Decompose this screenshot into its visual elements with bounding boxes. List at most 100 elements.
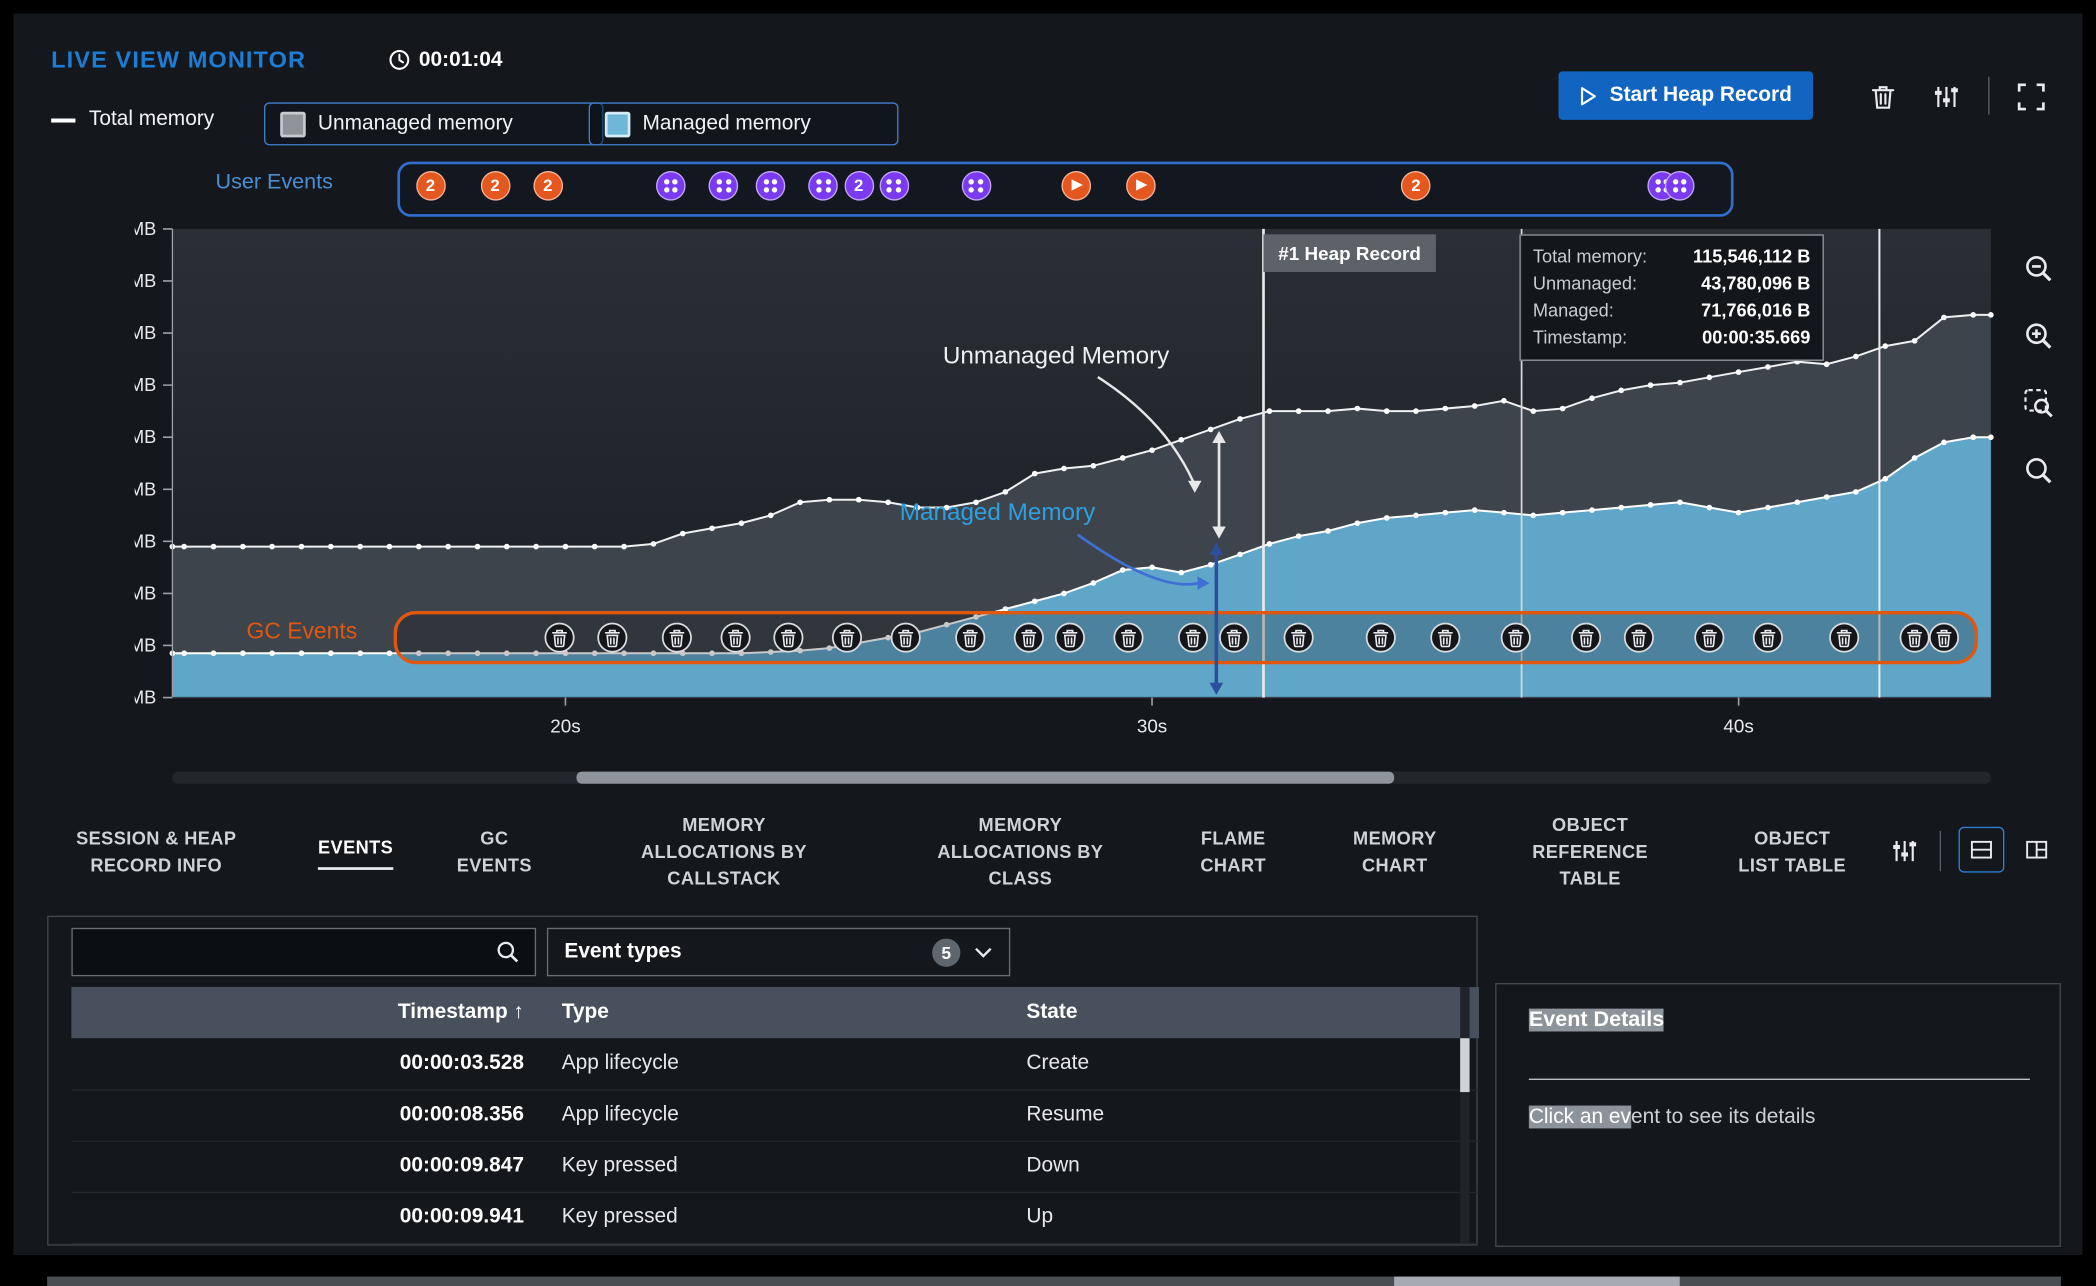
event-types-dropdown[interactable]: Event types 5	[547, 928, 1010, 976]
gc-event-trash-icon	[721, 623, 749, 651]
search-box	[71, 928, 536, 976]
start-heap-record-label: Start Heap Record	[1610, 83, 1792, 107]
gc-event-trash-icon	[1695, 623, 1723, 651]
event-types-label: Event types	[564, 940, 918, 964]
header-separator	[1988, 77, 1989, 115]
tab-events[interactable]: EVENTS	[275, 805, 437, 899]
column-header-state[interactable]: State	[1008, 1001, 1479, 1025]
table-row[interactable]: 00:00:09.847 Key pressed Down	[71, 1141, 1479, 1194]
start-heap-record-button[interactable]: Start Heap Record	[1558, 71, 1813, 119]
sliders-icon	[1932, 82, 1962, 112]
live-view-monitor-panel: LIVE VIEW MONITOR 00:01:04 Start Heap Re…	[13, 13, 2082, 1255]
managed-swatch	[605, 111, 631, 137]
tab-label: EVENTS	[318, 835, 393, 870]
table-row[interactable]: 00:00:09.941 Key pressed Up	[71, 1192, 1479, 1245]
svg-text:100 MB: 100 MB	[135, 427, 157, 447]
tab-object-list-table[interactable]: OBJECT LIST TABLE	[1708, 805, 1876, 899]
search-input[interactable]	[73, 941, 495, 964]
tab-label: FLAME CHART	[1200, 825, 1266, 879]
table-row[interactable]: 00:00:08.356 App lifecycle Resume	[71, 1089, 1479, 1142]
gc-event-trash-icon	[1179, 623, 1207, 651]
gc-event-trash-icon	[1754, 623, 1782, 651]
table-scrollbar-thumb[interactable]	[1460, 1038, 1469, 1092]
table-header-row: Timestamp ↑ Type State	[71, 987, 1479, 1038]
zoom-in-icon	[2022, 319, 2057, 354]
tab-session-heap-record-info[interactable]: SESSION & HEAP RECORD INFO	[48, 805, 264, 899]
legend-managed-toggle[interactable]: Managed memory	[589, 102, 899, 145]
svg-text:40 MB: 40 MB	[135, 583, 157, 603]
tab-label: OBJECT REFERENCE TABLE	[1532, 812, 1648, 893]
tab-memory-allocations-by-class[interactable]: MEMORY ALLOCATIONS BY CLASS	[902, 805, 1138, 899]
app-window: LIVE VIEW MONITOR 00:01:04 Start Heap Re…	[0, 0, 2096, 1286]
column-header-timestamp[interactable]: Timestamp ↑	[71, 1001, 542, 1025]
gc-event-trash-icon	[1114, 623, 1142, 651]
sliders-icon	[1890, 836, 1920, 866]
page-scrollbar-thumb[interactable]	[1394, 1277, 1680, 1286]
cell-timestamp: 00:00:09.847	[71, 1154, 542, 1178]
svg-text:60 MB: 60 MB	[135, 531, 157, 551]
tab-memory-chart[interactable]: MEMORY CHART	[1317, 805, 1472, 899]
legend-total-label: Total memory	[89, 108, 214, 132]
cell-timestamp: 00:00:08.356	[71, 1103, 542, 1127]
clock-icon	[388, 48, 411, 71]
managed-memory-annotation: Managed Memory	[900, 498, 1095, 526]
cell-state: Resume	[1008, 1103, 1479, 1127]
expand-icon	[2015, 81, 2047, 113]
cell-type: Key pressed	[543, 1205, 1008, 1229]
user-event-count-icon[interactable]: 2	[480, 171, 510, 201]
tab-memory-allocations-by-callstack[interactable]: MEMORY ALLOCATIONS BY CALLSTACK	[606, 805, 842, 899]
panel-settings-button[interactable]	[1883, 830, 1926, 873]
gc-event-trash-icon	[833, 623, 861, 651]
user-event-count-icon[interactable]: 2	[844, 171, 874, 201]
column-header-type[interactable]: Type	[543, 1001, 1008, 1025]
gc-event-trash-icon	[1431, 623, 1459, 651]
page-title: LIVE VIEW MONITOR	[51, 46, 306, 74]
zoom-reset-button[interactable]	[2015, 447, 2063, 495]
gc-event-trash-icon	[1056, 623, 1084, 651]
heap-record-marker-label: #1 Heap Record	[1263, 234, 1435, 272]
gc-event-trash-icon	[1367, 623, 1395, 651]
cell-timestamp: 00:00:03.528	[71, 1052, 542, 1076]
fullscreen-button[interactable]	[2012, 78, 2050, 116]
chart-scrollbar-thumb[interactable]	[577, 772, 1395, 784]
delete-session-button[interactable]	[1866, 79, 1901, 114]
layout-split-horizontal-button[interactable]	[1959, 827, 2005, 873]
zoom-in-button[interactable]	[2015, 312, 2063, 360]
user-event-grid-icon[interactable]	[879, 171, 909, 201]
user-event-count-icon[interactable]: 2	[533, 171, 563, 201]
tab-label: GC EVENTS	[457, 825, 532, 879]
layout-rows-icon	[1968, 834, 1995, 866]
legend-unmanaged-label: Unmanaged memory	[318, 112, 513, 136]
table-scrollbar-track[interactable]	[1460, 987, 1469, 1243]
tab-flame-chart[interactable]: FLAME CHART	[1169, 805, 1297, 899]
tooltip-row: Unmanaged:43,780,096 B	[1533, 271, 1810, 298]
tab-object-reference-table[interactable]: OBJECT REFERENCE TABLE	[1506, 805, 1674, 899]
user-event-play-icon[interactable]: ▶	[1061, 171, 1091, 201]
gc-event-trash-icon	[598, 623, 626, 651]
tooltip-label: Managed:	[1533, 298, 1614, 325]
user-event-count-icon[interactable]: 2	[416, 171, 446, 201]
tooltip-value: 71,766,016 B	[1701, 298, 1810, 325]
table-row[interactable]: 00:00:03.528 App lifecycle Create	[71, 1038, 1479, 1091]
details-divider	[1529, 1079, 2030, 1080]
layout-grid-button[interactable]	[2014, 827, 2060, 873]
tab-label: MEMORY ALLOCATIONS BY CALLSTACK	[641, 812, 807, 893]
legend-unmanaged-toggle[interactable]: Unmanaged memory	[264, 102, 603, 145]
cell-type: Key pressed	[543, 1154, 1008, 1178]
user-event-play-icon[interactable]: ▶	[1125, 171, 1155, 201]
zoom-out-button[interactable]	[2015, 245, 2063, 293]
tab-gc-events[interactable]: GC EVENTS	[427, 805, 562, 899]
event-types-count-badge: 5	[932, 938, 960, 966]
gc-event-trash-icon	[1625, 623, 1653, 651]
details-hint-rest: ent to see its details	[1631, 1106, 1816, 1129]
details-hint: Click an event to see its details	[1529, 1106, 1816, 1130]
gc-event-trash-icon	[774, 623, 802, 651]
zoom-selection-button[interactable]	[2015, 380, 2063, 428]
chart-settings-button[interactable]	[1929, 79, 1964, 114]
cell-state: Down	[1008, 1154, 1479, 1178]
page-scrollbar-track[interactable]	[47, 1277, 2061, 1286]
svg-text:20 MB: 20 MB	[135, 636, 157, 656]
chevron-down-icon	[974, 946, 993, 958]
chart-tooltip: Total memory:115,546,112 B Unmanaged:43,…	[1519, 234, 1823, 361]
user-event-grid-icon[interactable]	[961, 171, 991, 201]
